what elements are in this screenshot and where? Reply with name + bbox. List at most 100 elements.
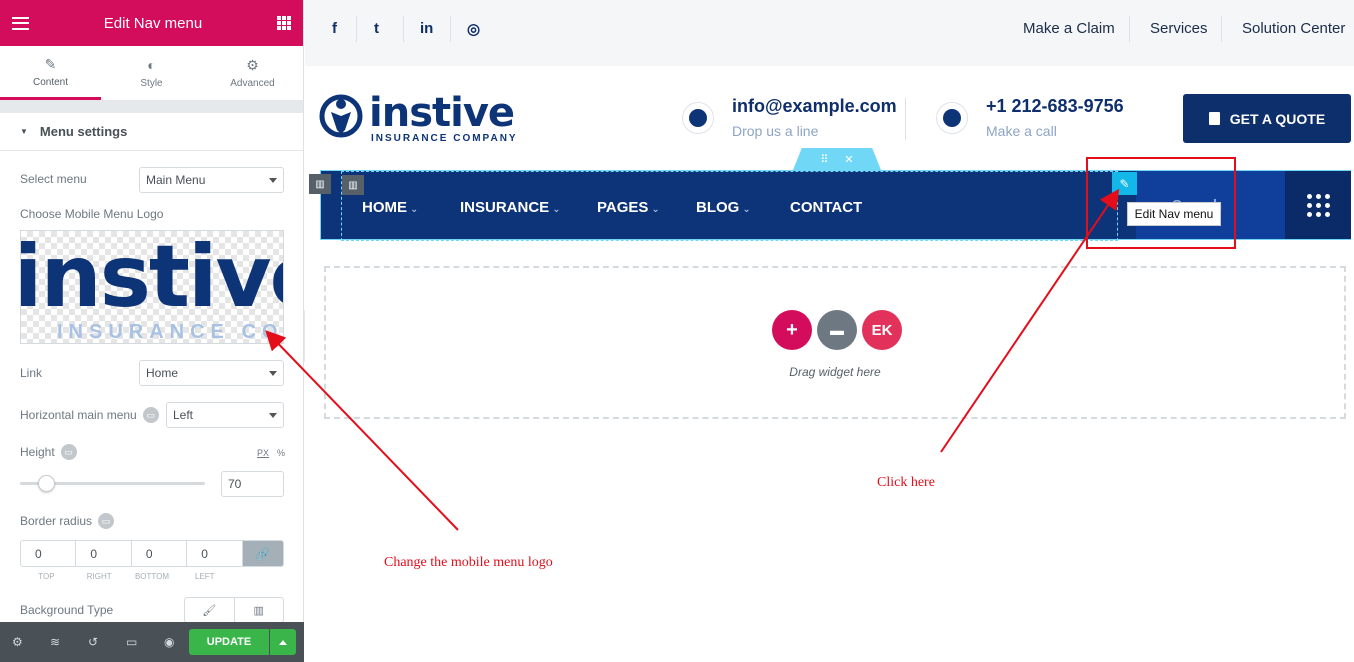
responsive-mode-icon[interactable]: ▭ (126, 635, 164, 649)
logo-emblem-icon (319, 94, 363, 138)
tab-advanced[interactable]: ⚙ Advanced (202, 46, 303, 100)
radius-top-input[interactable]: 0 (21, 541, 77, 566)
email-icon (682, 102, 714, 134)
layers-icon[interactable]: ≋ (50, 635, 88, 649)
height-label: Height (20, 445, 55, 459)
chevron-down-icon: ⌄ (552, 204, 561, 215)
panel-title: Edit Nav menu (103, 14, 203, 32)
select-menu-label: Select menu (20, 172, 87, 186)
unit-switch: PX% (257, 448, 285, 458)
side-label: TOP (38, 572, 55, 581)
contrast-icon: ◐ (147, 57, 156, 73)
responsive-icon[interactable]: ▭ (98, 513, 115, 529)
link-dropdown[interactable]: Home (139, 360, 284, 386)
update-options-button[interactable] (270, 629, 296, 655)
folder-icon: ▬ (830, 322, 844, 338)
horizontal-dropdown[interactable]: Left (166, 402, 284, 428)
top-bar: f t in ◎ Make a Claim Services Solution … (305, 0, 1354, 66)
close-icon[interactable]: ✕ (844, 153, 853, 166)
link-value: Home (146, 366, 179, 380)
add-section-button[interactable]: + (772, 310, 812, 350)
border-radius-inputs: 0 0 0 0 🔗 (20, 540, 284, 567)
pencil-icon: ✎ (44, 55, 57, 72)
hamburger-icon[interactable] (12, 16, 29, 30)
panel-gap (0, 101, 303, 113)
horizontal-label: Horizontal main menu (20, 408, 137, 422)
settings-icon[interactable]: ⚙ (12, 635, 50, 649)
tab-content[interactable]: ✎ Content (0, 46, 101, 100)
update-button[interactable]: UPDATE (189, 629, 269, 655)
border-radius-label: Border radius (20, 514, 93, 528)
mobile-logo-word: instive (20, 230, 283, 327)
caret-down-icon: ▼ (20, 127, 28, 136)
history-icon[interactable]: ↺ (88, 635, 126, 649)
top-link-solution-center[interactable]: Solution Center (1242, 20, 1345, 37)
responsive-icon[interactable]: ▭ (60, 444, 77, 460)
gradient-icon[interactable]: ▥ (235, 598, 284, 622)
site-logo[interactable]: instive INSURANCE COMPANY (319, 90, 516, 145)
divider (1221, 16, 1222, 42)
section-title: Menu settings (39, 124, 128, 139)
instagram-icon[interactable]: ◎ (467, 20, 480, 38)
highlight-box (1086, 157, 1236, 249)
phone-value: +1 212-683-9756 (986, 96, 1124, 116)
nav-item-contact[interactable]: CONTACT (790, 199, 862, 216)
nav-item-blog[interactable]: BLOG ⌄ (696, 199, 751, 216)
caret-down-icon (269, 412, 277, 418)
side-label: RIGHT (86, 572, 112, 581)
section-handle[interactable]: ⠿ ✕ (793, 148, 881, 170)
slider-handle[interactable] (38, 475, 55, 492)
nav-item-pages[interactable]: PAGES ⌄ (597, 199, 660, 216)
nav-item-label: BLOG (696, 199, 740, 216)
empty-drop-zone[interactable]: + ▬ EK Drag widget here (324, 266, 1346, 419)
drop-zone-text: Drag widget here (789, 365, 881, 379)
responsive-icon[interactable]: ▭ (142, 407, 159, 423)
add-template-button[interactable]: ▬ (817, 310, 857, 350)
side-label: LEFT (195, 572, 215, 581)
brush-icon[interactable]: 🖌 (185, 598, 235, 622)
mobile-logo-preview[interactable]: instive INSURANCE COMPANY (20, 230, 284, 344)
border-radius-side-labels: TOP RIGHT BOTTOM LEFT (20, 572, 284, 581)
unit-px[interactable]: PX (257, 448, 269, 458)
column-handle-icon[interactable]: ▥ (309, 174, 331, 194)
offcanvas-menu-icon[interactable] (1285, 171, 1351, 239)
unit-percent[interactable]: % (277, 448, 285, 458)
nav-item-insurance[interactable]: INSURANCE ⌄ (460, 199, 561, 216)
get-quote-label: GET A QUOTE (1229, 110, 1326, 127)
height-slider[interactable] (20, 475, 205, 492)
panel-tabs: ✎ Content ◐ Style ⚙ Advanced (0, 46, 303, 101)
radius-bottom-input[interactable]: 0 (132, 541, 188, 566)
nav-item-label: INSURANCE (460, 199, 550, 216)
elementskit-button[interactable]: EK (862, 310, 902, 350)
mobile-logo-row: Choose Mobile Menu Logo (20, 207, 283, 221)
link-values-icon[interactable]: 🔗 (242, 541, 283, 566)
document-icon (1208, 112, 1220, 125)
twitter-icon[interactable]: t (374, 20, 379, 37)
nav-item-label: PAGES (597, 199, 649, 216)
divider (356, 16, 357, 42)
caret-down-icon (269, 177, 277, 183)
column-handle-icon[interactable]: ▥ (342, 175, 364, 195)
annotation-change-logo: Change the mobile menu logo (384, 555, 553, 570)
select-menu-dropdown[interactable]: Main Menu (139, 167, 284, 193)
section-menu-settings[interactable]: ▼ Menu settings (0, 113, 303, 151)
phone-caption: Make a call (986, 123, 1057, 139)
height-input[interactable]: 70 (221, 471, 284, 497)
linkedin-icon[interactable]: in (420, 20, 433, 37)
facebook-icon[interactable]: f (332, 20, 337, 37)
nav-item-home[interactable]: HOME ⌄ (362, 199, 418, 216)
top-link-make-a-claim[interactable]: Make a Claim (1023, 20, 1115, 37)
get-quote-button[interactable]: GET A QUOTE (1183, 94, 1351, 143)
top-link-services[interactable]: Services (1150, 20, 1208, 37)
phone-icon (936, 102, 968, 134)
bg-type-choices: 🖌 ▥ (184, 597, 284, 623)
divider (905, 98, 906, 140)
border-radius-row: Border radius ▭ (20, 513, 283, 529)
divider (403, 16, 404, 42)
tab-style[interactable]: ◐ Style (101, 46, 202, 100)
tab-content-label: Content (32, 76, 69, 88)
radius-left-input[interactable]: 0 (187, 541, 243, 566)
drag-handle-icon[interactable]: ⠿ (820, 153, 828, 166)
radius-right-input[interactable]: 0 (76, 541, 132, 566)
widgets-grid-icon[interactable] (277, 16, 291, 30)
